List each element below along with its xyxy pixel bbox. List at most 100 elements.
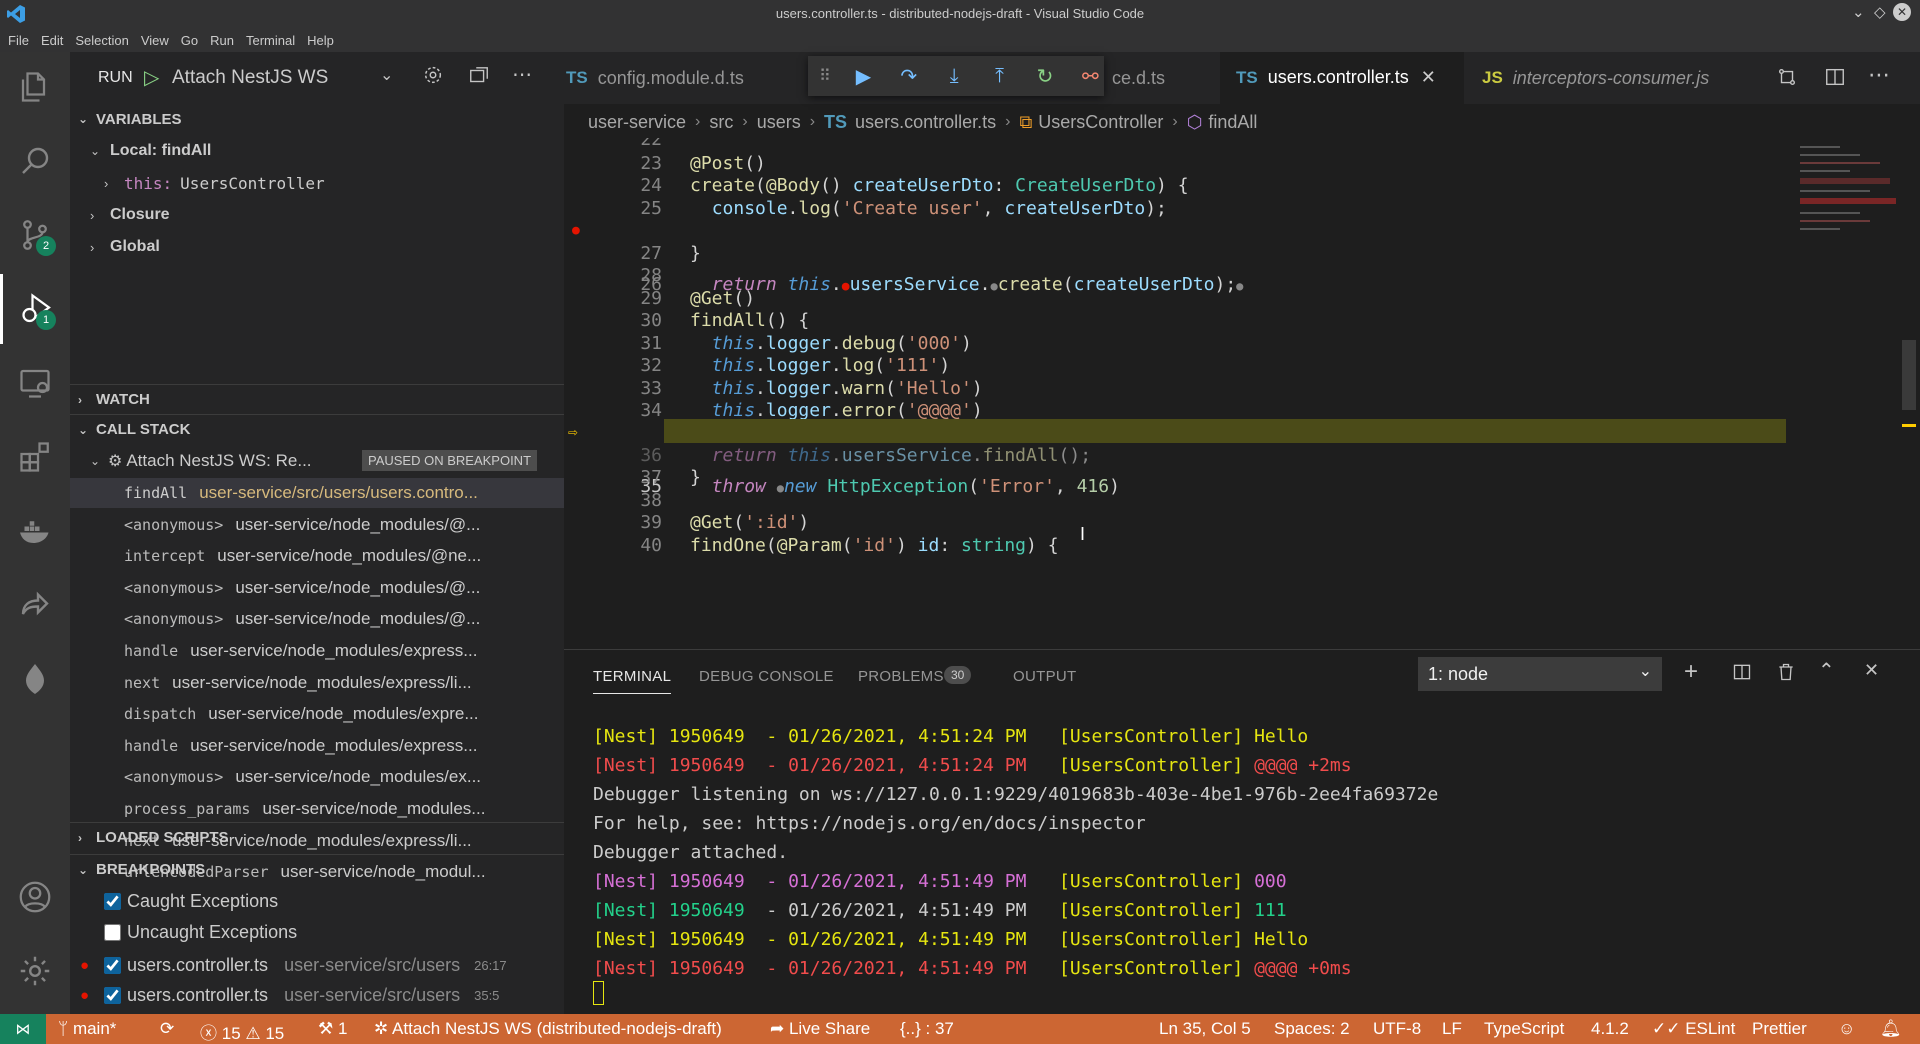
language-mode[interactable]: TypeScript — [1484, 1019, 1564, 1039]
call-stack-frame[interactable]: findAll user-service/src/users/users.cont… — [70, 478, 564, 508]
variables-local-scope[interactable]: ⌄ Local: findAll — [70, 136, 564, 166]
menu-selection[interactable]: Selection — [69, 33, 134, 48]
call-stack-frame[interactable]: handle user-service/node_modules/express.… — [70, 731, 564, 761]
uncaught-exceptions-row[interactable]: Uncaught Exceptions — [70, 917, 564, 947]
menu-view[interactable]: View — [135, 33, 175, 48]
step-over-icon[interactable]: ↷ — [895, 64, 922, 89]
close-tab-icon[interactable]: ✕ — [1421, 67, 1436, 88]
variables-header[interactable]: ⌄ VARIABLES — [70, 104, 564, 134]
call-stack-frame[interactable]: handle user-service/node_modules/express.… — [70, 636, 564, 666]
debug-console-icon[interactable] — [468, 65, 490, 91]
settings-gear-icon[interactable] — [0, 936, 70, 1006]
ts-version[interactable]: 4.1.2 — [1591, 1019, 1629, 1039]
remote-indicator-icon[interactable]: ⋈ — [0, 1014, 46, 1044]
split-editor-icon[interactable] — [1824, 66, 1846, 92]
tab-terminal[interactable]: TERMINAL — [593, 668, 672, 694]
call-stack-frame[interactable]: <anonymous> user-service/node_modules/@..… — [70, 573, 564, 603]
breadcrumb-item[interactable]: UsersController — [1038, 112, 1163, 133]
start-debugging-icon[interactable]: ▷ — [144, 65, 159, 90]
uncaught-exceptions-checkbox[interactable] — [104, 923, 121, 941]
docker-icon[interactable] — [0, 496, 70, 566]
caught-exceptions-checkbox[interactable] — [104, 892, 121, 910]
menu-help[interactable]: Help — [301, 33, 340, 48]
tab-config-module[interactable]: TS config.module.d.ts — [564, 52, 804, 104]
more-actions-icon[interactable]: ⋯ — [1868, 62, 1890, 88]
menu-terminal[interactable]: Terminal — [240, 33, 301, 48]
trash-icon[interactable] — [1776, 662, 1796, 686]
live-share-indicator[interactable]: ➦ Live Share — [770, 1019, 870, 1039]
gear-icon[interactable] — [422, 64, 444, 90]
breakpoint-checkbox[interactable] — [104, 986, 121, 1004]
breadcrumb-item[interactable]: findAll — [1208, 112, 1257, 133]
menu-edit[interactable]: Edit — [35, 33, 69, 48]
run-debug-icon[interactable]: 1 — [0, 274, 70, 344]
chevron-down-icon[interactable]: ⌄ — [380, 65, 393, 85]
terminal-select[interactable]: 1: node ⌄ — [1418, 657, 1662, 691]
explorer-icon[interactable] — [0, 52, 70, 122]
breakpoint-checkbox[interactable] — [104, 956, 121, 974]
breadcrumb-item[interactable]: users — [757, 112, 801, 133]
mongodb-leaf-icon[interactable] — [0, 644, 70, 714]
disconnect-icon[interactable]: ⚯ — [1077, 64, 1104, 89]
menu-go[interactable]: Go — [175, 33, 204, 48]
close-panel-icon[interactable]: ✕ — [1864, 660, 1879, 681]
breadcrumb-item[interactable]: src — [709, 112, 733, 133]
watch-header[interactable]: › WATCH — [70, 384, 564, 414]
breakpoint-item[interactable]: ● users.controller.ts user-service/src/u… — [70, 980, 564, 1010]
call-stack-frame[interactable]: <anonymous> user-service/node_modules/@..… — [70, 510, 564, 540]
remote-explorer-icon[interactable] — [0, 348, 70, 418]
call-stack-frame[interactable]: intercept user-service/node_modules/@ne..… — [70, 541, 564, 571]
extensions-icon[interactable] — [0, 422, 70, 492]
indentation[interactable]: Spaces: 2 — [1274, 1019, 1350, 1039]
tools-indicator[interactable]: ⚒ 1 — [318, 1019, 347, 1039]
notifications-bell-icon[interactable]: 🔔︎ — [1880, 1019, 1902, 1039]
braces-indicator[interactable]: {..} : 37 — [900, 1019, 954, 1039]
breakpoint-item[interactable]: ● users.controller.ts user-service/src/u… — [70, 950, 564, 980]
close-window-icon[interactable]: ✕ — [1893, 3, 1911, 21]
tab-output[interactable]: OUTPUT — [1013, 668, 1076, 685]
breadcrumb-item[interactable]: user-service — [588, 112, 686, 133]
call-stack-frame[interactable]: process_params user-service/node_modules.… — [70, 794, 564, 824]
loaded-scripts-header[interactable]: › LOADED SCRIPTS — [70, 822, 564, 852]
variables-global-scope[interactable]: › Global — [70, 232, 564, 262]
menu-file[interactable]: File — [2, 33, 35, 48]
continue-icon[interactable]: ▶ — [850, 64, 877, 89]
menu-run[interactable]: Run — [204, 33, 240, 48]
drag-handle-icon[interactable]: ⠿ — [818, 66, 832, 86]
live-share-icon[interactable] — [0, 570, 70, 640]
cursor-position[interactable]: Ln 35, Col 5 — [1159, 1019, 1251, 1039]
debug-session-indicator[interactable]: ✲ Attach NestJS WS (distributed-nodejs-d… — [374, 1019, 722, 1039]
end-of-line[interactable]: LF — [1442, 1019, 1462, 1039]
feedback-icon[interactable]: ☺ — [1838, 1019, 1855, 1039]
account-icon[interactable] — [0, 862, 70, 932]
call-stack-header[interactable]: ⌄ CALL STACK — [70, 414, 564, 444]
eslint-indicator[interactable]: ✓✓ ESLint — [1652, 1019, 1735, 1039]
prettier-indicator[interactable]: Prettier — [1752, 1019, 1807, 1039]
call-stack-frame[interactable]: <anonymous> user-service/node_modules/@..… — [70, 604, 564, 634]
breakpoints-header[interactable]: ⌄ BREAKPOINTS — [70, 854, 564, 884]
tab-problems[interactable]: PROBLEMS — [858, 668, 944, 685]
terminal-output[interactable]: [Nest] 1950649 - 01/26/2021, 4:51:24 PM … — [564, 722, 1920, 1012]
caught-exceptions-row[interactable]: Caught Exceptions — [70, 886, 564, 916]
editor-scrollbar[interactable] — [1900, 138, 1916, 649]
maximize-icon[interactable]: ◇ — [1874, 3, 1886, 21]
call-stack-session[interactable]: ⌄ ⚙ Attach NestJS WS: Re... PAUSED ON BR… — [70, 446, 564, 476]
maximize-panel-icon[interactable]: ⌃ — [1818, 658, 1835, 683]
call-stack-frame[interactable]: dispatch user-service/node_modules/expre.… — [70, 699, 564, 729]
breadcrumb-item[interactable]: users.controller.ts — [855, 112, 996, 133]
branch-indicator[interactable]: ᛘ main* — [58, 1019, 116, 1039]
step-out-icon[interactable]: ⤒ — [986, 65, 1013, 88]
new-terminal-icon[interactable]: + — [1684, 658, 1698, 686]
variable-this[interactable]: › this: UsersController — [70, 168, 564, 198]
launch-config-select[interactable]: Attach NestJS WS — [172, 67, 328, 89]
open-changes-icon[interactable] — [1776, 66, 1798, 92]
step-into-icon[interactable]: ⤓ — [940, 65, 967, 88]
split-terminal-icon[interactable] — [1732, 662, 1752, 686]
restart-icon[interactable]: ↻ — [1031, 64, 1058, 89]
sync-icon[interactable]: ⟳ — [160, 1019, 174, 1039]
tab-debug-console[interactable]: DEBUG CONSOLE — [699, 668, 834, 685]
search-icon[interactable] — [0, 126, 70, 196]
more-actions-icon[interactable]: ⋯ — [512, 62, 532, 87]
encoding[interactable]: UTF-8 — [1373, 1019, 1421, 1039]
call-stack-frame[interactable]: next user-service/node_modules/express/li… — [70, 668, 564, 698]
